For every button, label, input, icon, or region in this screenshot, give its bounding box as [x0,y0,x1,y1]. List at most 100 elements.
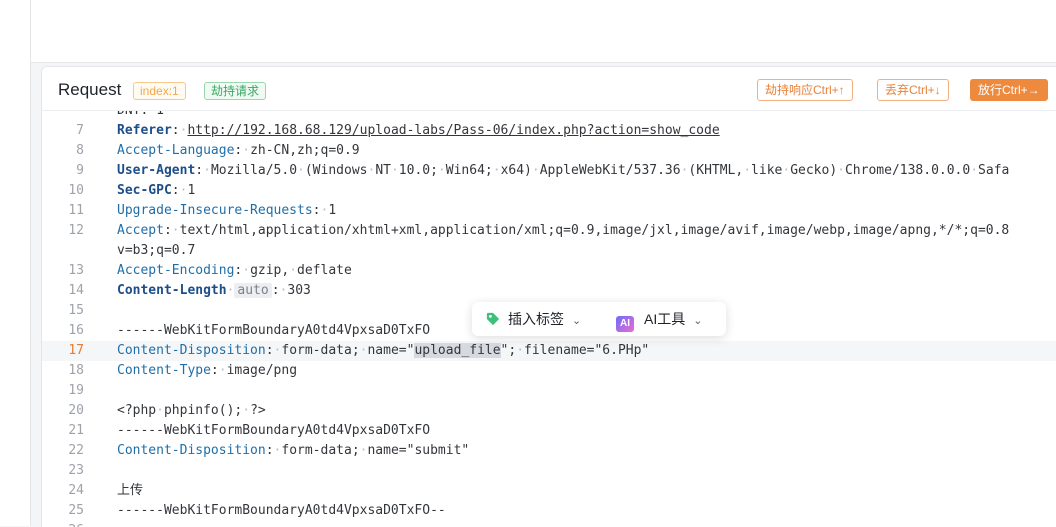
insert-tag-label: 插入标签 [508,311,564,327]
code-line[interactable]: 18 Content-Type:·image/png [42,361,1056,381]
code-line[interactable]: 11 Upgrade-Insecure-Requests:·1 [42,201,1056,221]
divider [31,62,1056,63]
line-number: 21 [68,423,84,438]
ai-icon: AI [616,316,634,332]
code-line[interactable]: DNT:·1 [42,111,1056,121]
chevron-down-icon: ⌄ [693,315,703,327]
request-header: Request index:1 劫持请求 劫持响应Ctrl+↑ 丢弃Ctrl+↓… [42,67,1056,111]
context-toolbar: 插入标签 ⌄ AI AI工具 ⌄ [472,302,726,336]
code-line[interactable]: 12 Accept:·text/html,application/xhtml+xm… [42,221,1056,241]
header-key: Accept [117,223,164,238]
whitespace-marker: · [242,263,251,278]
line-number: 17 [68,343,84,358]
header-key: Content-Disposition [117,443,266,458]
line-number: 22 [68,443,84,458]
line-number: 26 [42,521,84,527]
ai-tool-button[interactable]: AI AI工具 ⌄ [616,302,702,336]
code-content: User-Agent:·Mozilla/5.0·(Windows·NT·10.0… [117,163,1010,178]
code-content: Content-Disposition:·form-data;·name="su… [117,443,470,458]
code-line[interactable]: 20 <?php·phpinfo();·?> [42,401,1056,421]
whitespace-marker: · [359,443,368,458]
code-content: Content-Type:·image/png [117,363,298,378]
line-number: 23 [68,463,84,478]
line-number: 18 [68,363,84,378]
whitespace-marker: · [242,403,251,418]
selected-text: upload_file [414,343,501,358]
code-line[interactable]: 23 [42,461,1056,481]
code-line[interactable]: 14 Content-Length· auto:·303 [42,281,1056,301]
header-key: User-Agent [117,163,196,178]
code-content: Sec-GPC:·1 [117,183,196,198]
code-content: 上传 [117,483,144,498]
line-number: 20 [68,403,84,418]
line-number: 8 [76,143,84,158]
line-number: 14 [68,283,84,298]
code-content: Accept:·text/html,application/xhtml+xml,… [117,223,1010,238]
code-content: ------WebKitFormBoundaryA0td4VpxsaD0TxFO [117,323,431,338]
whitespace-marker: · [367,163,376,178]
left-rail [0,0,31,526]
code-content: Referer:·http://192.168.68.129/upload-la… [117,123,720,138]
header-key: Accept-Encoding [117,263,235,278]
whitespace-marker: · [289,263,298,278]
code-line[interactable]: 8 Accept-Language:·zh-CN,zh;q=0.9 [42,141,1056,161]
code-line[interactable]: 19 [42,381,1056,401]
code-line[interactable]: 24 上传 [42,481,1056,501]
whitespace-marker: · [680,163,689,178]
hijack-response-button[interactable]: 劫持响应Ctrl+↑ [757,79,853,101]
whitespace-marker: · [437,163,446,178]
whitespace-marker: · [782,163,791,178]
code-line[interactable]: 7 Referer:·http://192.168.68.129/upload-l… [42,121,1056,141]
header-key: Sec-GPC [117,183,172,198]
whitespace-marker: · [242,143,251,158]
whitespace-marker: · [297,163,305,178]
code-content: DNT:·1 [117,111,164,121]
ai-tool-label: AI工具 [644,311,686,327]
whitespace-marker: · [492,163,501,178]
auto-badge: auto [234,283,272,298]
header-key: Accept-Language [117,143,235,158]
header-key: Content-Type [117,363,211,378]
code-content: ------WebKitFormBoundaryA0td4VpxsaD0TxFO [117,423,431,438]
code-content: Accept-Encoding:·gzip,·deflate [117,263,352,278]
line-number: 25 [68,503,84,518]
code-line[interactable]: 13 Accept-Encoding:·gzip,·deflate [42,261,1056,281]
code-line[interactable]: 25 ------WebKitFormBoundaryA0td4VpxsaD0Tx… [42,501,1056,521]
request-card: Request index:1 劫持请求 劫持响应Ctrl+↑ 丢弃Ctrl+↓… [41,66,1056,527]
whitespace-marker: · [743,163,752,178]
chevron-down-icon: ⌄ [572,315,582,327]
tag-icon [486,312,500,326]
whitespace-marker: · [320,203,329,218]
line-number: 10 [68,183,84,198]
line-number: 12 [68,223,84,238]
insert-tag-button[interactable]: 插入标签 ⌄ [486,302,581,336]
line-number: 7 [76,123,84,138]
code-content: Content-Disposition:·form-data;·name="up… [117,343,650,358]
code-content: <?php·phpinfo();·?> [117,403,266,418]
top-panel [31,0,1056,62]
header-key: Content-Disposition [117,343,266,358]
line-number: 9 [76,163,84,178]
whitespace-marker: · [179,183,188,198]
whitespace-marker: · [203,163,211,178]
request-title: Request [58,80,122,99]
whitespace-marker: · [970,163,979,178]
code-content: Upgrade-Insecure-Requests:·1 [117,203,337,218]
drop-button[interactable]: 丢弃Ctrl+↓ [877,79,949,101]
code-content: v=b3;q=0.7 [117,243,196,258]
code-line[interactable]: 22 Content-Disposition:·form-data;·name="… [42,441,1056,461]
code-line[interactable]: 26 [42,521,1056,527]
code-line[interactable]: 21 ------WebKitFormBoundaryA0td4VpxsaD0Tx… [42,421,1056,441]
forward-button[interactable]: 放行Ctrl+→ [970,79,1048,101]
referer-url: http://192.168.68.129/upload-labs/Pass-0… [187,123,720,138]
whitespace-marker: · [273,343,282,358]
code-content: Content-Length· auto:·303 [117,283,311,298]
code-line[interactable]: v=b3;q=0.7 [42,241,1056,261]
code-line[interactable]: 10 Sec-GPC:·1 [42,181,1056,201]
code-line[interactable]: 9 User-Agent:·Mozilla/5.0·(Windows·NT·10.… [42,161,1056,181]
whitespace-marker: · [531,163,540,178]
line-number: 13 [68,263,84,278]
line-number: 16 [68,323,84,338]
code-line[interactable]: 17 Content-Disposition:·form-data;·name="… [42,341,1056,361]
whitespace-marker: · [156,403,164,418]
